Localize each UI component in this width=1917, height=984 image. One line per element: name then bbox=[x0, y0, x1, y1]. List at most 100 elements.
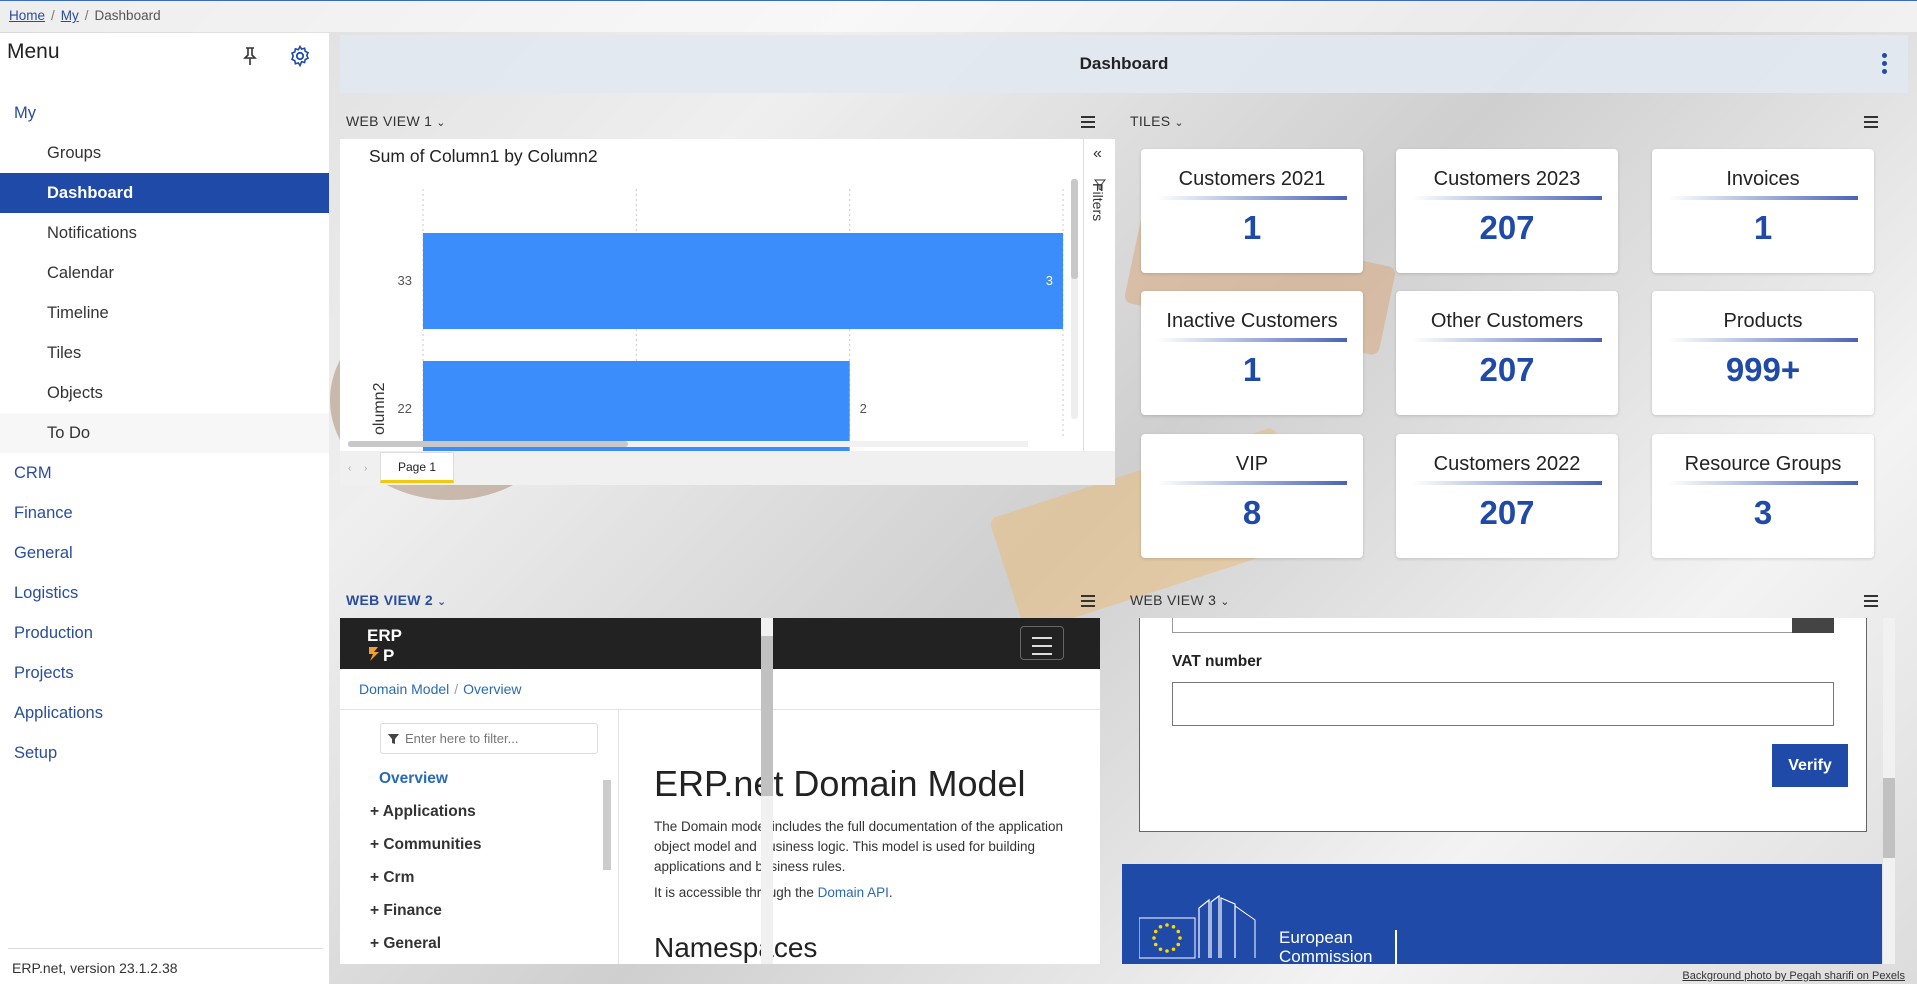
sidebar-item-to-do[interactable]: To Do bbox=[0, 413, 329, 453]
eu-footer: European Commission bbox=[1122, 864, 1882, 964]
erp-breadcrumb-overview[interactable]: Overview bbox=[463, 681, 521, 697]
erp-navbar: ERP P bbox=[340, 618, 1100, 669]
page-title: Dashboard bbox=[1079, 54, 1169, 73]
sidebar-item-calendar[interactable]: Calendar bbox=[0, 253, 329, 293]
tiles-menu-icon[interactable] bbox=[1864, 116, 1878, 128]
country-dropdown-button[interactable] bbox=[1792, 618, 1834, 633]
background-credit-link[interactable]: Background photo by Pegah sharifi on Pex… bbox=[1682, 970, 1905, 982]
erp-tree-item[interactable]: + Communities bbox=[370, 836, 482, 869]
tile-value: 207 bbox=[1479, 209, 1535, 246]
sidebar-item-finance[interactable]: Finance bbox=[0, 493, 329, 533]
tile-value: 999+ bbox=[1725, 351, 1801, 388]
tile-underline bbox=[1157, 481, 1347, 485]
tile-underline bbox=[1412, 338, 1602, 342]
verify-button[interactable]: Verify bbox=[1772, 744, 1848, 787]
vat-form: VAT number Verify bbox=[1139, 618, 1867, 832]
sidebar-item-notifications[interactable]: Notifications bbox=[0, 213, 329, 253]
erp-tree-item[interactable]: + General bbox=[370, 935, 482, 964]
tile-resource-groups[interactable]: Resource Groups 3 bbox=[1652, 434, 1874, 558]
tile-value: 207 bbox=[1479, 494, 1535, 531]
page-prev-icon[interactable]: ‹ bbox=[348, 463, 351, 474]
sidebar-item-timeline[interactable]: Timeline bbox=[0, 293, 329, 333]
erp-tree-item[interactable]: + Crm bbox=[370, 869, 482, 902]
tile-inactive-customers[interactable]: Inactive Customers 1 bbox=[1141, 291, 1363, 415]
tile-products[interactable]: Products 999+ bbox=[1652, 291, 1874, 415]
tile-customers-2022[interactable]: Customers 2022 207 bbox=[1396, 434, 1618, 558]
erp-sidebar-scrollbar[interactable] bbox=[603, 780, 611, 870]
sidebar-item-dashboard[interactable]: Dashboard bbox=[0, 173, 329, 213]
tile-vip[interactable]: VIP 8 bbox=[1141, 434, 1363, 558]
erp-breadcrumb: Domain Model / Overview bbox=[359, 681, 522, 697]
erp-breadcrumb-domain-model[interactable]: Domain Model bbox=[359, 681, 449, 697]
vat-number-input[interactable] bbox=[1172, 682, 1834, 726]
tile-customers-2023[interactable]: Customers 2023 207 bbox=[1396, 149, 1618, 273]
tile-value: 1 bbox=[1753, 209, 1773, 246]
tile-other-customers[interactable]: Other Customers 207 bbox=[1396, 291, 1618, 415]
tile-underline bbox=[1157, 196, 1347, 200]
sidebar-item-projects[interactable]: Projects bbox=[0, 653, 329, 693]
chart-vertical-scrollbar[interactable] bbox=[1071, 179, 1078, 419]
tile-title: Customers 2022 bbox=[1433, 453, 1581, 475]
filter-input[interactable]: Enter here to filter... bbox=[380, 723, 598, 754]
divider bbox=[8, 948, 323, 949]
tile-title: Inactive Customers bbox=[1166, 310, 1338, 332]
sidebar-item-applications[interactable]: Applications bbox=[0, 693, 329, 733]
chevron-down-icon: ⌄ bbox=[1174, 117, 1184, 129]
pin-icon[interactable] bbox=[240, 45, 260, 67]
tile-invoices[interactable]: Invoices 1 bbox=[1652, 149, 1874, 273]
top-bar: Home / My / Dashboard bbox=[0, 0, 1917, 32]
sidebar-item-my[interactable]: My bbox=[0, 93, 329, 133]
sidebar-item-production[interactable]: Production bbox=[0, 613, 329, 653]
chart-bar[interactable] bbox=[423, 361, 850, 451]
web-view-1-menu-icon[interactable] bbox=[1081, 116, 1095, 128]
country-field[interactable] bbox=[1172, 618, 1834, 633]
tile-title: VIP bbox=[1235, 453, 1269, 475]
sidebar-nav: My Groups Dashboard Notifications Calendar Ti… bbox=[0, 93, 329, 773]
collapse-icon[interactable]: « bbox=[1093, 145, 1102, 163]
tiles-dropdown[interactable]: TILES ⌄ bbox=[1130, 113, 1184, 129]
web-view-3-scrollbar[interactable] bbox=[1883, 618, 1895, 964]
web-view-3-menu-icon[interactable] bbox=[1864, 595, 1878, 607]
erp-logo[interactable]: ERP P bbox=[365, 624, 405, 664]
tile-value: 1 bbox=[1242, 351, 1262, 388]
erp-sidebar: Enter here to filter... Overview + Applic… bbox=[340, 710, 619, 964]
breadcrumb-current: Dashboard bbox=[94, 8, 161, 23]
sidebar-item-logistics[interactable]: Logistics bbox=[0, 573, 329, 613]
navbar-toggle-button[interactable] bbox=[1020, 626, 1064, 660]
web-view-2: ERP P Domain Model / Overview Enter here t… bbox=[340, 618, 1100, 964]
erp-tree-item[interactable]: + Applications bbox=[370, 803, 482, 836]
tile-title: Customers 2023 bbox=[1433, 168, 1581, 190]
gear-icon[interactable] bbox=[288, 44, 312, 68]
web-view-3-dropdown[interactable]: WEB VIEW 3 ⌄ bbox=[1130, 592, 1230, 608]
web-view-2-scrollbar[interactable] bbox=[761, 618, 773, 964]
filters-pane[interactable]: « Filters bbox=[1083, 139, 1115, 451]
chart-horizontal-scrollbar[interactable] bbox=[348, 441, 1028, 447]
more-options-icon[interactable] bbox=[1882, 53, 1888, 75]
breadcrumb-home-link[interactable]: Home bbox=[9, 8, 45, 23]
erp-paragraph: The Domain model includes the full docum… bbox=[654, 819, 1063, 874]
erp-access-text: It is accessible through the Domain API. bbox=[654, 885, 893, 900]
sidebar-item-objects[interactable]: Objects bbox=[0, 373, 329, 413]
sidebar-item-general[interactable]: General bbox=[0, 533, 329, 573]
erp-tree-item[interactable]: Overview bbox=[370, 770, 482, 803]
web-view-1-dropdown[interactable]: WEB VIEW 1 ⌄ bbox=[346, 113, 446, 129]
filter-placeholder: Enter here to filter... bbox=[405, 731, 519, 746]
tile-customers-2021[interactable]: Customers 2021 1 bbox=[1141, 149, 1363, 273]
chart-y-axis-label: olumn2 bbox=[371, 382, 388, 435]
breadcrumb-my-link[interactable]: My bbox=[61, 8, 79, 23]
sidebar-item-setup[interactable]: Setup bbox=[0, 733, 329, 773]
web-view-2-dropdown[interactable]: WEB VIEW 2 ⌄ bbox=[346, 592, 447, 608]
sidebar-item-tiles[interactable]: Tiles bbox=[0, 333, 329, 373]
chart-bar[interactable] bbox=[423, 233, 1063, 329]
tab-page-1[interactable]: Page 1 bbox=[380, 452, 454, 483]
page-next-icon[interactable]: › bbox=[364, 463, 367, 474]
sidebar-item-groups[interactable]: Groups bbox=[0, 133, 329, 173]
erp-tree-item[interactable]: + Finance bbox=[370, 902, 482, 935]
web-view-2-menu-icon[interactable] bbox=[1081, 595, 1095, 607]
web-view-3: VAT number Verify European Commission bbox=[1122, 618, 1882, 964]
sidebar-item-crm[interactable]: CRM bbox=[0, 453, 329, 493]
tile-underline bbox=[1157, 338, 1347, 342]
domain-api-link[interactable]: Domain API bbox=[818, 885, 889, 900]
version-text: ERP.net, version 23.1.2.38 bbox=[12, 960, 178, 976]
tile-underline bbox=[1668, 196, 1858, 200]
